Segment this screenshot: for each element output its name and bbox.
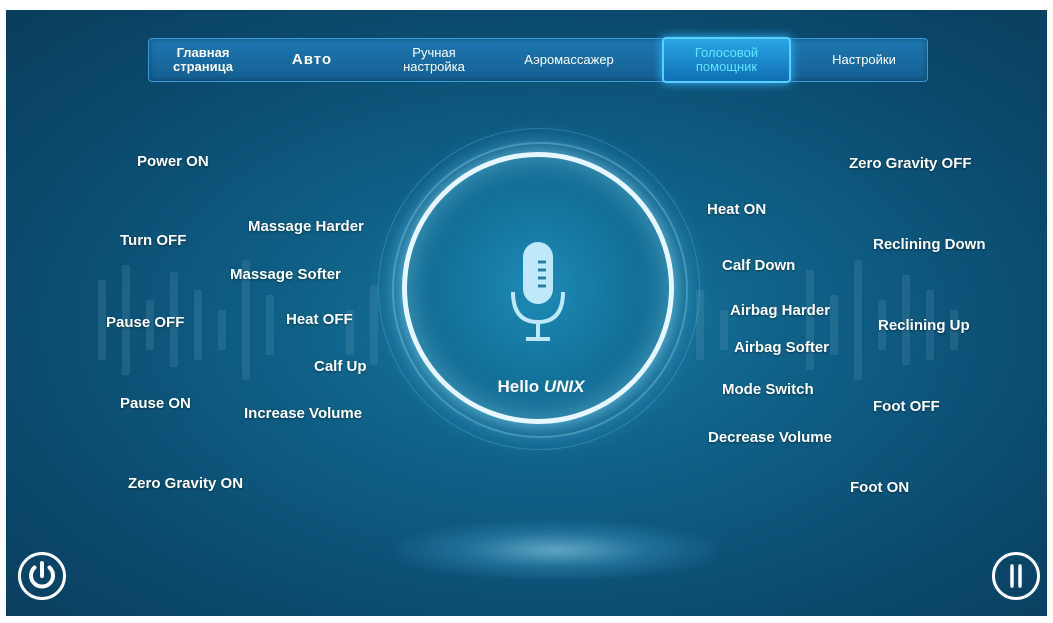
tab-auto[interactable]: Авто (257, 39, 367, 81)
command-calf-up: Calf Up (314, 358, 367, 375)
command-heat-on: Heat ON (707, 201, 767, 218)
tab-auto-label: Авто (291, 51, 333, 68)
top-navigation: Главная страница Авто Ручная настройка Аэр… (148, 37, 928, 83)
tab-settings-label: Настройки (832, 52, 896, 67)
tab-voice-assistant[interactable]: Голосовой помощник (662, 37, 791, 83)
tab-home[interactable]: Главная страница (159, 39, 247, 81)
tab-home-line1: Главная (176, 45, 230, 60)
tab-aeromassage[interactable]: Аэромассажер (499, 39, 639, 81)
command-zero-gravity-on: Zero Gravity ON (128, 475, 244, 492)
tab-voice-line2: помощник (695, 59, 758, 74)
command-mode-switch: Mode Switch (722, 381, 814, 398)
command-turn-off: Turn OFF (120, 232, 187, 249)
command-pause-on: Pause ON (120, 395, 191, 412)
voice-assistant-screen: Главная страница Авто Ручная настройка Аэр… (6, 10, 1047, 616)
command-pause-off: Pause OFF (106, 314, 185, 331)
command-increase-volume: Increase Volume (244, 405, 363, 422)
command-decrease-volume: Decrease Volume (708, 429, 832, 446)
tab-manual-line1: Ручная (412, 45, 456, 60)
command-massage-harder: Massage Harder (248, 218, 364, 235)
command-massage-softer: Massage Softer (230, 266, 341, 283)
tab-manual-line2: настройка (403, 59, 465, 74)
greeting-prefix: Hello (497, 377, 540, 396)
tab-voice-line1: Голосовой (694, 45, 759, 60)
command-heat-off: Heat OFF (286, 311, 353, 328)
command-power-on: Power ON (137, 153, 209, 170)
power-icon (29, 561, 55, 589)
command-foot-off: Foot OFF (873, 398, 940, 415)
command-zero-gravity-off: Zero Gravity OFF (849, 155, 972, 172)
command-reclining-up: Reclining Up (878, 317, 970, 334)
command-foot-on: Foot ON (850, 479, 910, 496)
microphone-icon (511, 242, 565, 341)
greeting-brand: UNIX (543, 377, 585, 396)
command-reclining-down: Reclining Down (873, 236, 986, 253)
command-airbag-harder: Airbag Harder (730, 302, 831, 319)
command-calf-down: Calf Down (722, 257, 796, 274)
floor-glow-decoration (396, 520, 716, 580)
power-button[interactable] (18, 552, 66, 600)
greeting-text: Hello UNIX (476, 377, 606, 397)
command-airbag-softer: Airbag Softer (734, 339, 830, 356)
tab-home-line2: страница (173, 59, 233, 74)
tab-manual[interactable]: Ручная настройка (379, 39, 489, 81)
pause-button[interactable] (992, 552, 1040, 600)
tab-settings[interactable]: Настройки (809, 39, 919, 81)
tab-aeromassage-label: Аэромассажер (524, 52, 614, 67)
pause-icon (1010, 564, 1022, 588)
